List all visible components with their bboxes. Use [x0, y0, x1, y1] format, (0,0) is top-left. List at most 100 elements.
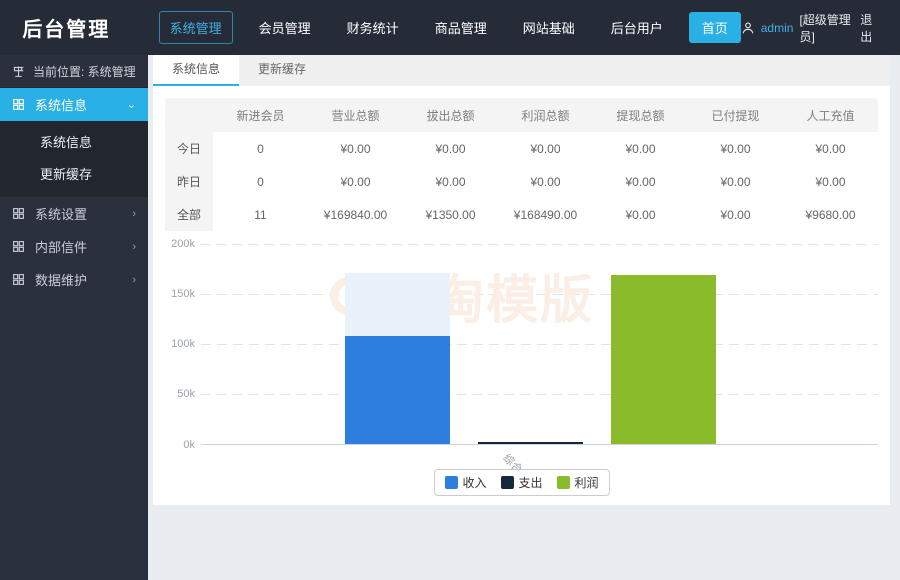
grid-icon: [12, 207, 25, 220]
tab-refresh-cache[interactable]: 更新缓存: [239, 55, 325, 86]
table-cell: 11: [213, 198, 308, 231]
bar-profit: [611, 275, 716, 444]
grid-icon: [12, 98, 25, 111]
gridline: [201, 244, 878, 245]
plot-area: 一淘模版: [201, 244, 878, 445]
col-header: 提现总额: [593, 98, 688, 132]
breadcrumb-label: 当前位置: 系统管理: [33, 63, 136, 80]
table-cell: 0: [213, 132, 308, 165]
sidebar-item-data-maintenance[interactable]: 数据维护 ›: [0, 263, 148, 296]
table-cell: ¥0.00: [688, 198, 783, 231]
logout-link[interactable]: 退出: [860, 11, 880, 45]
legend-swatch-expense: [500, 476, 513, 489]
table-cell: ¥0.00: [593, 165, 688, 198]
nav-item-members[interactable]: 会员管理: [249, 12, 321, 43]
y-tick: 50k: [177, 388, 195, 400]
sidebar-item-internal-mail[interactable]: 内部信件 ›: [0, 230, 148, 263]
grid-icon: [12, 273, 25, 286]
stats-table: 新进会员 营业总额 拔出总额 利润总额 提现总额 已付提现 人工充值 今日 0 …: [165, 98, 878, 231]
table-cell: ¥0.00: [593, 132, 688, 165]
user-info: admin [超级管理员] 退出: [741, 11, 880, 45]
sidebar-item-label: 系统信息: [35, 95, 87, 114]
main-nav: 系统管理 会员管理 财务统计 商品管理 网站基础 后台用户 首页: [159, 11, 741, 44]
user-role: [超级管理员]: [799, 11, 854, 45]
current-user-link[interactable]: admin: [761, 21, 794, 35]
nav-item-products[interactable]: 商品管理: [425, 12, 497, 43]
nav-item-finance[interactable]: 财务统计: [337, 12, 409, 43]
bar-income-solid: [345, 336, 450, 444]
submenu-item-system-info[interactable]: 系统信息: [0, 127, 148, 159]
table-cell: ¥0.00: [688, 132, 783, 165]
bar-expense: [478, 442, 583, 444]
y-tick: 0k: [183, 439, 195, 451]
chevron-right-icon: ›: [132, 274, 136, 286]
col-header: 已付提现: [688, 98, 783, 132]
sidebar-item-label: 系统设置: [35, 204, 87, 223]
table-cell: ¥0.00: [308, 132, 403, 165]
col-header: 营业总额: [308, 98, 403, 132]
sidebar-item-system-settings[interactable]: 系统设置 ›: [0, 197, 148, 230]
chevron-right-icon: ›: [132, 241, 136, 253]
table-cell: ¥0.00: [783, 132, 878, 165]
grid-icon: [12, 240, 25, 253]
tab-system-info[interactable]: 系统信息: [153, 55, 239, 86]
table-cell: ¥0.00: [783, 165, 878, 198]
table-corner-cell: [165, 98, 213, 132]
sidebar-item-system-info[interactable]: 系统信息 ⌄: [0, 88, 148, 121]
table-cell: 0: [213, 165, 308, 198]
y-tick: 200k: [171, 238, 195, 250]
nav-item-admin-users[interactable]: 后台用户: [601, 12, 673, 43]
row-label-yesterday: 昨日: [165, 165, 213, 198]
table-cell: ¥1350.00: [403, 198, 498, 231]
legend-swatch-income: [444, 476, 457, 489]
user-icon: [741, 21, 755, 35]
col-header: 利润总额: [498, 98, 593, 132]
bar-income: [345, 273, 450, 444]
stats-bar-chart: 200k 150k 100k 50k 0k 一淘模版 综合统计: [165, 236, 878, 498]
table-cell: ¥169840.00: [308, 198, 403, 231]
breadcrumb: 当前位置: 系统管理: [0, 55, 148, 88]
col-header: 拔出总额: [403, 98, 498, 132]
nav-item-system[interactable]: 系统管理: [159, 11, 233, 44]
y-tick: 150k: [171, 288, 195, 300]
table-cell: ¥0.00: [403, 132, 498, 165]
row-label-all: 全部: [165, 198, 213, 231]
table-cell: ¥9680.00: [783, 198, 878, 231]
sidebar-item-label: 数据维护: [35, 270, 87, 289]
legend-item-income[interactable]: 收入: [444, 474, 486, 491]
signpost-icon: [12, 65, 25, 78]
x-axis-line: [201, 444, 878, 445]
table-cell: ¥0.00: [308, 165, 403, 198]
legend-item-expense[interactable]: 支出: [500, 474, 542, 491]
chevron-right-icon: ›: [132, 208, 136, 220]
legend-item-profit[interactable]: 利润: [557, 474, 599, 491]
nav-item-home[interactable]: 首页: [689, 12, 741, 43]
app-logo: 后台管理: [0, 13, 133, 42]
content-card: 系统信息 更新缓存 新进会员 营业总额 拔出总额 利润总额 提现总额 已付提现 …: [153, 55, 890, 505]
gridline: [201, 294, 878, 295]
table-cell: ¥0.00: [498, 132, 593, 165]
chevron-down-icon: ⌄: [127, 98, 136, 111]
sidebar: 当前位置: 系统管理 系统信息 ⌄ 系统信息 更新缓存 系统设置 ›: [0, 55, 148, 580]
gridline: [201, 394, 878, 395]
row-label-today: 今日: [165, 132, 213, 165]
sidebar-item-label: 内部信件: [35, 237, 87, 256]
legend-label: 收入: [462, 474, 486, 491]
submenu-item-refresh-cache[interactable]: 更新缓存: [0, 159, 148, 191]
table-cell: ¥0.00: [593, 198, 688, 231]
sidebar-submenu: 系统信息 更新缓存: [0, 121, 148, 197]
table-cell: ¥0.00: [498, 165, 593, 198]
chart-legend: 收入 支出 利润: [433, 469, 609, 496]
topbar: 后台管理 系统管理 会员管理 财务统计 商品管理 网站基础 后台用户 首页 ad…: [0, 0, 900, 55]
col-header: 人工充值: [783, 98, 878, 132]
col-header: 新进会员: [213, 98, 308, 132]
table-cell: ¥168490.00: [498, 198, 593, 231]
legend-swatch-profit: [557, 476, 570, 489]
table-cell: ¥0.00: [403, 165, 498, 198]
legend-label: 利润: [575, 474, 599, 491]
y-tick: 100k: [171, 338, 195, 350]
tab-bar: 系统信息 更新缓存: [153, 55, 890, 86]
y-axis-labels: 200k 150k 100k 50k 0k: [165, 244, 195, 445]
legend-label: 支出: [518, 474, 542, 491]
nav-item-site-basics[interactable]: 网站基础: [513, 12, 585, 43]
